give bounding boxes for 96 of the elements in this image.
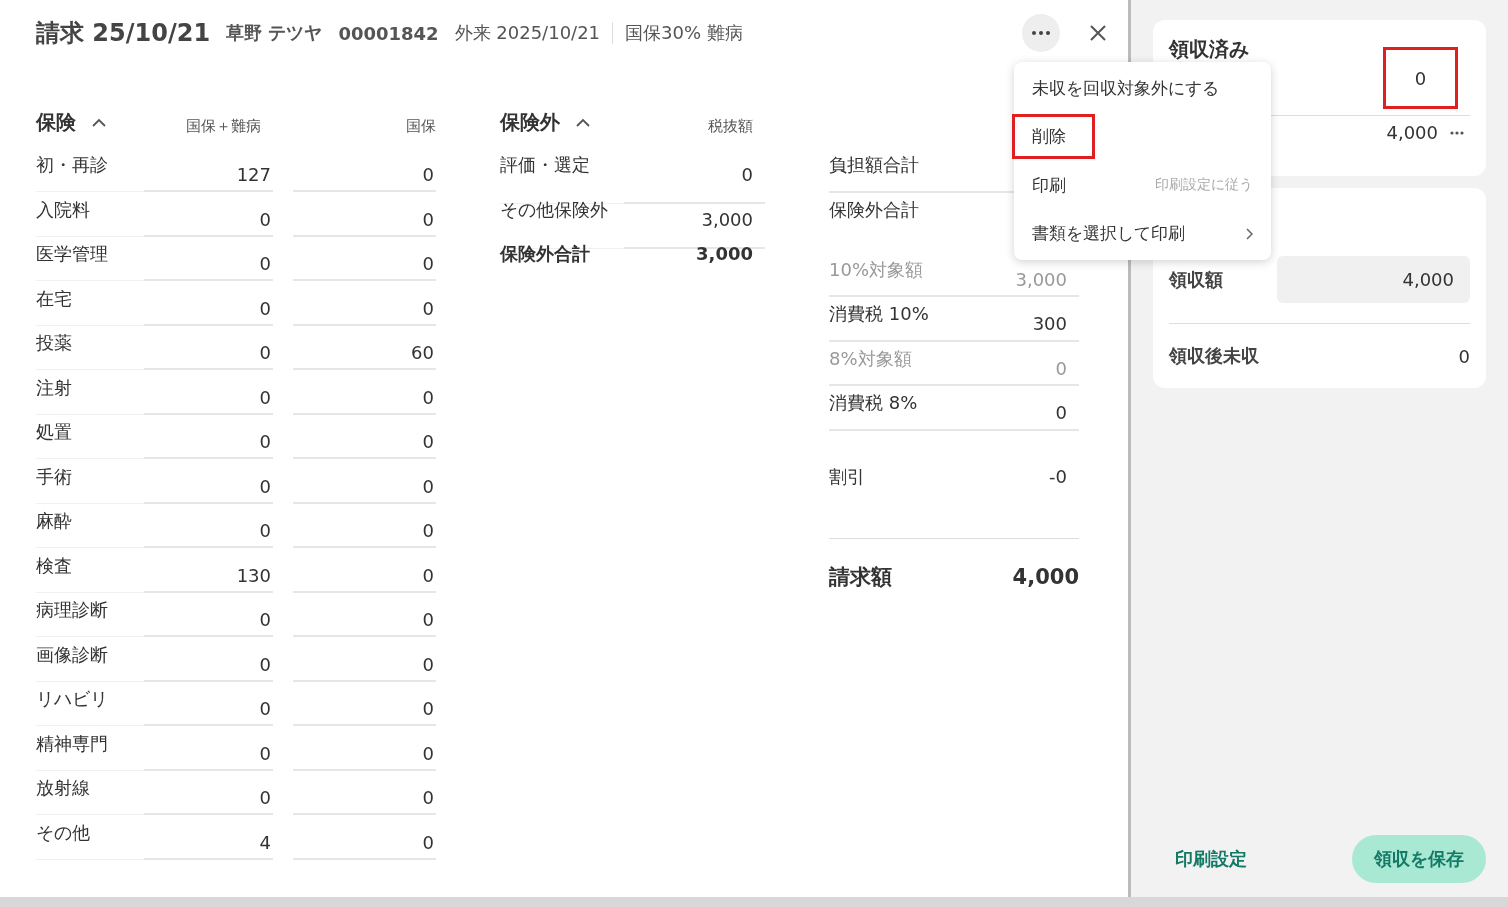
column-header: 国保 [405, 117, 436, 136]
table-cell: 0 [144, 637, 273, 682]
table-cell: 127 [144, 148, 273, 193]
summary-value: 0 [1054, 401, 1068, 425]
menu-item[interactable]: 書類を選択して印刷 [1012, 211, 1205, 257]
table-cell: 0 [144, 370, 273, 415]
dialog-title: 請求 25/10/21 [36, 18, 211, 49]
table-cell: 0 [144, 682, 273, 727]
table-cell: 4 [144, 815, 273, 860]
table-cell: 0 [293, 593, 436, 638]
table-cell: 0 [293, 192, 436, 237]
table-cell: 0 [293, 637, 436, 682]
patient-id: 00001842 [338, 22, 439, 44]
row-label: 精神専門 [36, 726, 144, 771]
table-cell: 0 [144, 326, 273, 371]
table-cell: 0 [144, 504, 273, 549]
menu-item[interactable]: 削除 [1012, 114, 1095, 160]
collapse-toggle[interactable] [574, 116, 592, 129]
summary-label: 割引 [829, 464, 866, 489]
row-label: 投薬 [36, 326, 144, 371]
table-cell: 0 [293, 682, 436, 727]
more-icon [1450, 130, 1464, 135]
field-label: 領収後未収 [1169, 344, 1259, 368]
received-amount: 0 [1383, 47, 1458, 109]
row-label: 麻酔 [36, 504, 144, 549]
summary-value: 4,000 [1011, 563, 1079, 591]
table-cell: 0 [144, 237, 273, 282]
row-label: 放射線 [36, 771, 144, 816]
row-label: 注射 [36, 370, 144, 415]
table-cell: 0 [144, 726, 273, 771]
table-cell: 0 [293, 148, 436, 193]
menu-hint: 印刷設定に従う [1155, 176, 1253, 195]
table-cell: 0 [293, 548, 436, 593]
row-label: リハビリ [36, 682, 144, 727]
table-cell: 0 [293, 370, 436, 415]
table-cell: 0 [293, 281, 436, 326]
section-title: 保険 [36, 109, 76, 136]
field-label: 領収額 [1169, 267, 1224, 292]
menu-item[interactable]: 印刷 [1012, 162, 1086, 208]
row-label: その他 [36, 815, 144, 860]
table-cell: 0 [293, 237, 436, 282]
caret-icon [576, 118, 590, 127]
table-cell: 0 [293, 726, 436, 771]
table-cell: 0 [144, 459, 273, 504]
row-label: 病理診断 [36, 593, 144, 638]
row-label: 処置 [36, 415, 144, 460]
table-cell: 0 [144, 593, 273, 638]
menu-item[interactable]: 未収を回収対象外にする [1012, 65, 1239, 111]
caret-icon [92, 118, 106, 127]
row-label: 画像診断 [36, 637, 144, 682]
summary-label: 保険外合計 [829, 197, 920, 222]
row-label: 検査 [36, 548, 144, 593]
summary-value: 300 [1031, 312, 1068, 336]
summary-label: 消費税 8% [829, 391, 919, 415]
summary-label: 消費税 10% [829, 302, 930, 326]
more-button[interactable] [1022, 14, 1060, 52]
summary-label: 請求額 [829, 563, 893, 591]
column-header: 国保＋難病 [185, 117, 262, 136]
summary-value: 3,000 [1014, 267, 1068, 292]
row-label: 在宅 [36, 281, 144, 326]
table-cell: 0 [144, 281, 273, 326]
insurance-info: 国保30% 難病 [625, 21, 743, 45]
print-settings-button[interactable]: 印刷設定 [1175, 841, 1247, 877]
table-cell: 60 [293, 326, 436, 371]
collapse-toggle[interactable] [90, 116, 108, 129]
table-cell: 0 [293, 415, 436, 460]
summary-label: 8%対象額 [829, 346, 913, 371]
close-icon [1089, 24, 1107, 42]
amount-input[interactable]: 4,000 [1277, 256, 1470, 303]
table-cell: 0 [293, 771, 436, 816]
summary-value: -0 [1048, 464, 1068, 489]
table-cell: 0 [293, 815, 436, 860]
card-title: 領収済み [1169, 36, 1250, 63]
row-label: 初・再診 [36, 148, 144, 193]
table-cell: 0 [144, 771, 273, 816]
column-header: 税抜額 [708, 117, 753, 136]
save-button[interactable]: 領収を保存 [1352, 835, 1486, 883]
section-title: 保険外 [500, 109, 560, 136]
patient-name: 草野 テツヤ [226, 21, 323, 45]
row-label: 手術 [36, 459, 144, 504]
amount-text: 4,000 [1386, 122, 1438, 143]
table-cell: 0 [293, 459, 436, 504]
visit-info: 外来 2025/10/21 [454, 21, 601, 45]
table-cell: 0 [144, 415, 273, 460]
table-cell: 0 [144, 192, 273, 237]
summary-value: 0 [1054, 356, 1068, 381]
row-label: 入院料 [36, 192, 144, 237]
chevron-right-icon[interactable] [1246, 227, 1253, 240]
more-icon [1032, 31, 1050, 35]
summary-label: 負担額合計 [829, 153, 920, 177]
table-cell: 0 [624, 148, 765, 204]
remaining-amount: 0 [1458, 345, 1470, 367]
summary-label: 10%対象額 [829, 257, 924, 282]
table-cell: 130 [144, 548, 273, 593]
table-cell: 0 [293, 504, 436, 549]
row-label: 医学管理 [36, 237, 144, 282]
